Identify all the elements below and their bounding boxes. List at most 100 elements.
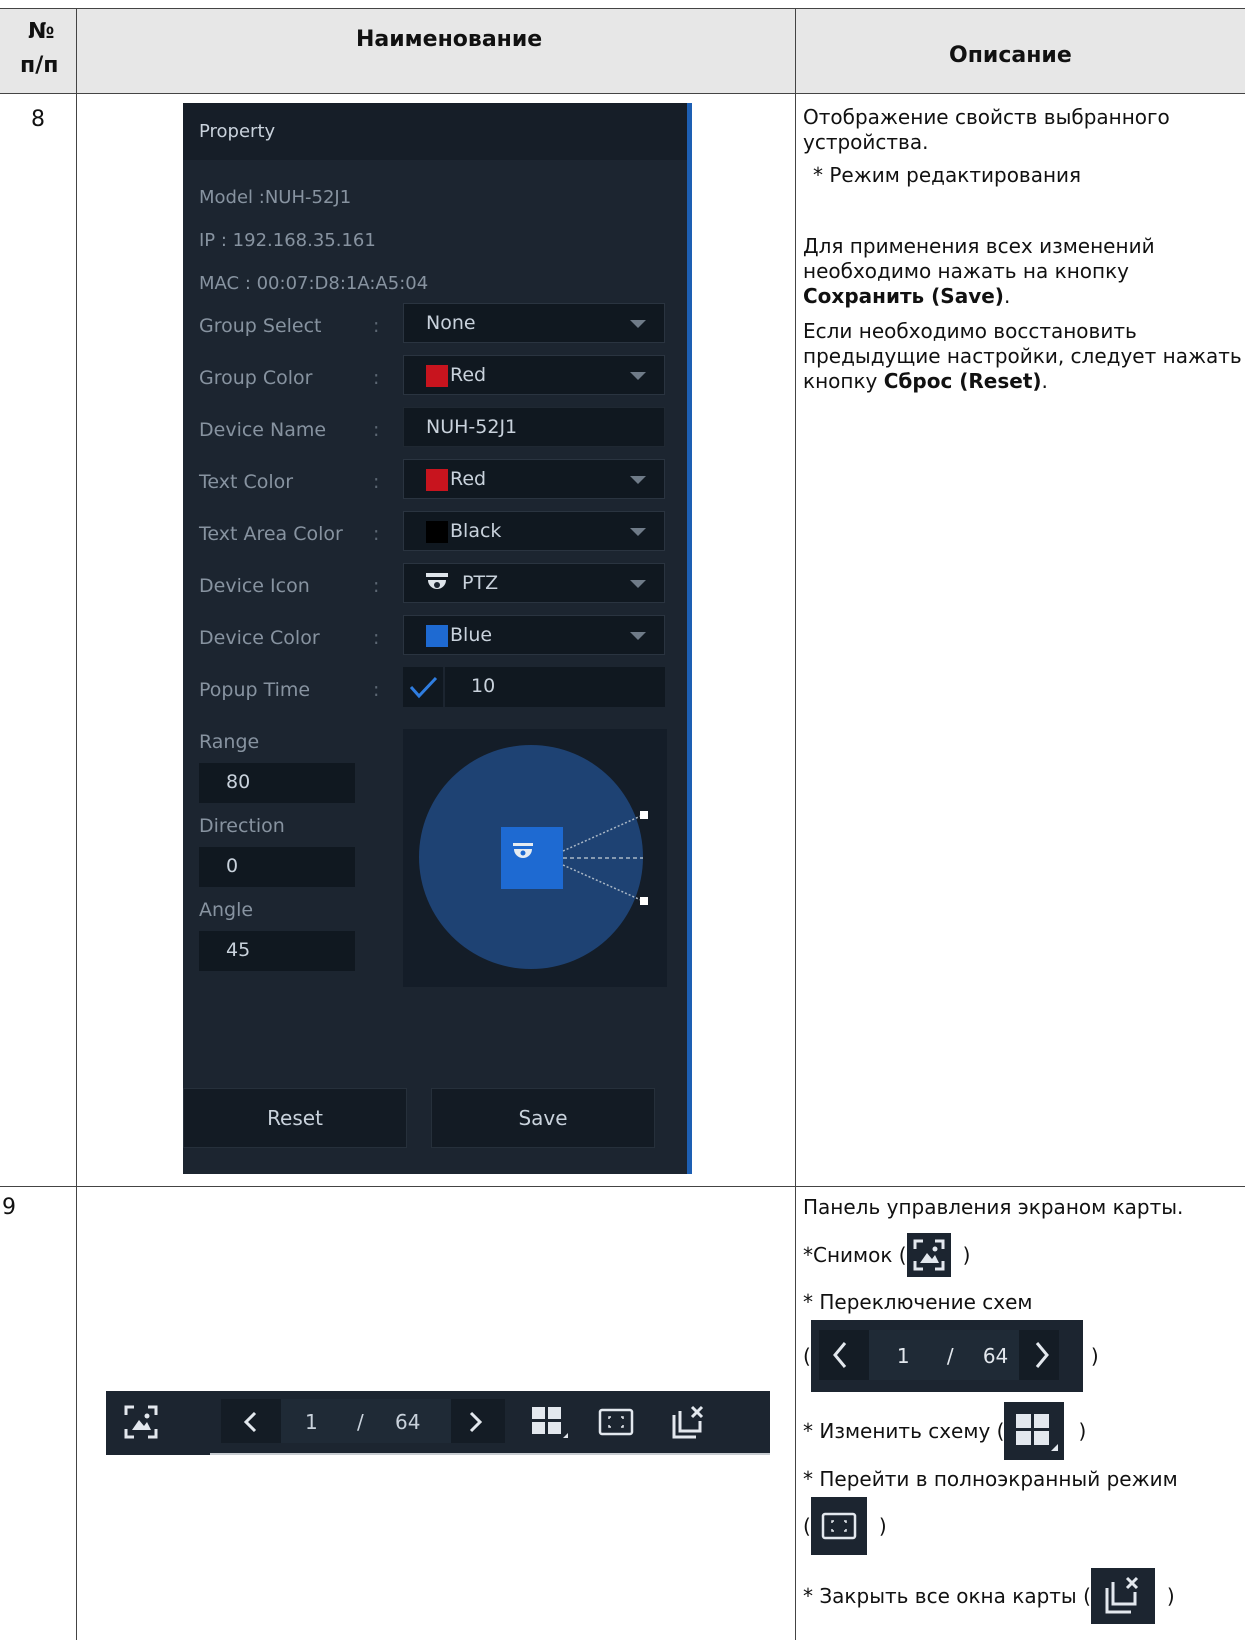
desc-text: .: [1041, 369, 1048, 393]
panel-title: Property: [183, 103, 687, 160]
page-total: 64: [395, 1410, 421, 1434]
angle-handle-top: [640, 811, 648, 819]
desc-text: *Снимок (: [803, 1243, 907, 1267]
document-table: № п/п Наименование Описание 8 Property M…: [0, 0, 1245, 1640]
snapshot-icon: [906, 1232, 951, 1277]
range-label: Range: [199, 731, 260, 753]
direction-value: 0: [226, 855, 239, 877]
desc-paragraph: * Режим редактирования: [813, 163, 1082, 187]
desc-text: ): [962, 1243, 971, 1267]
col-divider-1: [76, 8, 77, 1640]
device-color-value: Blue: [450, 624, 493, 646]
row-number: 9: [2, 1195, 16, 1220]
close-all-maps-icon: [1090, 1567, 1155, 1624]
save-button[interactable]: Save: [431, 1088, 655, 1148]
direction-label: Direction: [199, 815, 285, 837]
desc-paragraph: *Снимок ( ): [803, 1230, 1243, 1280]
inline-page-separator: /: [946, 1343, 954, 1368]
panel-accent-bar: [687, 103, 692, 1174]
desc-paragraph: * Переключение схем: [803, 1290, 1033, 1314]
device-name-label: Device Name: [199, 419, 327, 441]
layout-grid-icon: [1004, 1401, 1065, 1460]
toolbar-underline: [210, 1453, 770, 1455]
desc-paragraph: Для применения всех изменений необходимо…: [803, 234, 1243, 309]
colon: :: [373, 315, 380, 337]
device-color-dropdown[interactable]: Blue: [403, 615, 665, 655]
text-color-dropdown[interactable]: Red: [403, 459, 665, 499]
colon: :: [373, 575, 380, 597]
coverage-preview[interactable]: [403, 729, 667, 987]
angle-input[interactable]: 45: [199, 931, 355, 971]
col-desc-header: Описание: [949, 43, 1072, 68]
ptz-camera-icon: [426, 573, 448, 589]
col-name-header: Наименование: [356, 27, 543, 52]
reset-button[interactable]: Reset: [183, 1088, 407, 1148]
text-color-value: Red: [450, 468, 487, 490]
row9-description: Панель управления экраном карты. *Снимок…: [803, 1195, 1243, 1626]
chevron-down-icon: [630, 372, 646, 380]
snapshot-icon[interactable]: [124, 1405, 158, 1439]
group-select-label: Group Select: [199, 315, 322, 337]
text-color-label: Text Color: [199, 471, 294, 493]
direction-input[interactable]: 0: [199, 847, 355, 887]
col-divider-2: [795, 8, 796, 1640]
group-color-value: Red: [450, 364, 487, 386]
popup-time-label: Popup Time: [199, 679, 311, 701]
chevron-right-icon[interactable]: [465, 1411, 485, 1433]
device-icon-value: PTZ: [462, 572, 499, 594]
device-icon-dropdown[interactable]: PTZ: [403, 563, 665, 603]
table-header: № п/п Наименование Описание: [0, 8, 1245, 94]
color-swatch: [426, 521, 448, 543]
desc-paragraph: Если необходимо восстановить предыдущие …: [803, 319, 1243, 394]
group-color-dropdown[interactable]: Red: [403, 355, 665, 395]
popup-time-checkbox[interactable]: [403, 667, 443, 707]
map-control-toolbar: 1 / 64: [106, 1391, 770, 1455]
chevron-left-icon[interactable]: [241, 1411, 261, 1433]
chevron-down-icon: [630, 528, 646, 536]
chevron-down-icon: [630, 632, 646, 640]
reset-emphasis: Сброс (Reset): [883, 369, 1042, 393]
row8-description: Отображение свойств выбранного устройств…: [803, 105, 1243, 394]
desc-text: .: [1003, 284, 1011, 308]
desc-text: ): [1166, 1584, 1175, 1608]
col-num-header-line2: п/п: [20, 53, 59, 78]
inline-page-current: 1: [896, 1343, 910, 1368]
desc-paragraph: ( ): [803, 1496, 1243, 1556]
fullscreen-icon[interactable]: [598, 1408, 634, 1436]
coverage-diagram: [419, 745, 648, 969]
close-all-maps-icon[interactable]: [670, 1405, 706, 1441]
desc-paragraph: * Перейти в полноэкранный режим: [803, 1467, 1178, 1491]
colon: :: [373, 367, 380, 389]
desc-paragraph: * Закрыть все окна карты ( ): [803, 1566, 1243, 1626]
desc-text: Для применения всех изменений необходимо…: [803, 234, 1155, 283]
chevron-down-icon: [630, 476, 646, 484]
angle-handle-bottom: [640, 897, 648, 905]
range-value: 80: [226, 771, 251, 793]
device-name-input[interactable]: NUH-52J1: [403, 407, 665, 447]
row-divider: [0, 1186, 1245, 1187]
colon: :: [373, 471, 380, 493]
device-color-label: Device Color: [199, 627, 320, 649]
ip-info: IP : 192.168.35.161: [199, 230, 376, 251]
row-number: 8: [31, 107, 45, 132]
text-area-color-dropdown[interactable]: Black: [403, 511, 665, 551]
desc-text: (: [803, 1514, 811, 1538]
angle-value: 45: [226, 939, 251, 961]
desc-paragraph: Панель управления экраном карты.: [803, 1195, 1184, 1219]
popup-time-input[interactable]: 10: [445, 667, 665, 707]
camera-marker: [501, 827, 563, 889]
colon: :: [373, 523, 380, 545]
chevron-down-icon: [630, 580, 646, 588]
range-input[interactable]: 80: [199, 763, 355, 803]
desc-paragraph: Отображение свойств выбранного устройств…: [803, 105, 1170, 154]
desc-text: ): [1078, 1419, 1087, 1443]
page-switcher-icon: 1 / 64: [810, 1319, 1083, 1392]
checkmark-icon: [409, 676, 438, 699]
desc-text: ): [1090, 1344, 1099, 1368]
device-icon-label: Device Icon: [199, 575, 310, 597]
color-swatch: [426, 625, 448, 647]
layout-grid-icon[interactable]: [530, 1405, 570, 1441]
desc-paragraph: * Изменить схему ( ): [803, 1401, 1243, 1461]
group-select-dropdown[interactable]: None: [403, 303, 665, 343]
group-select-value: None: [426, 312, 476, 334]
